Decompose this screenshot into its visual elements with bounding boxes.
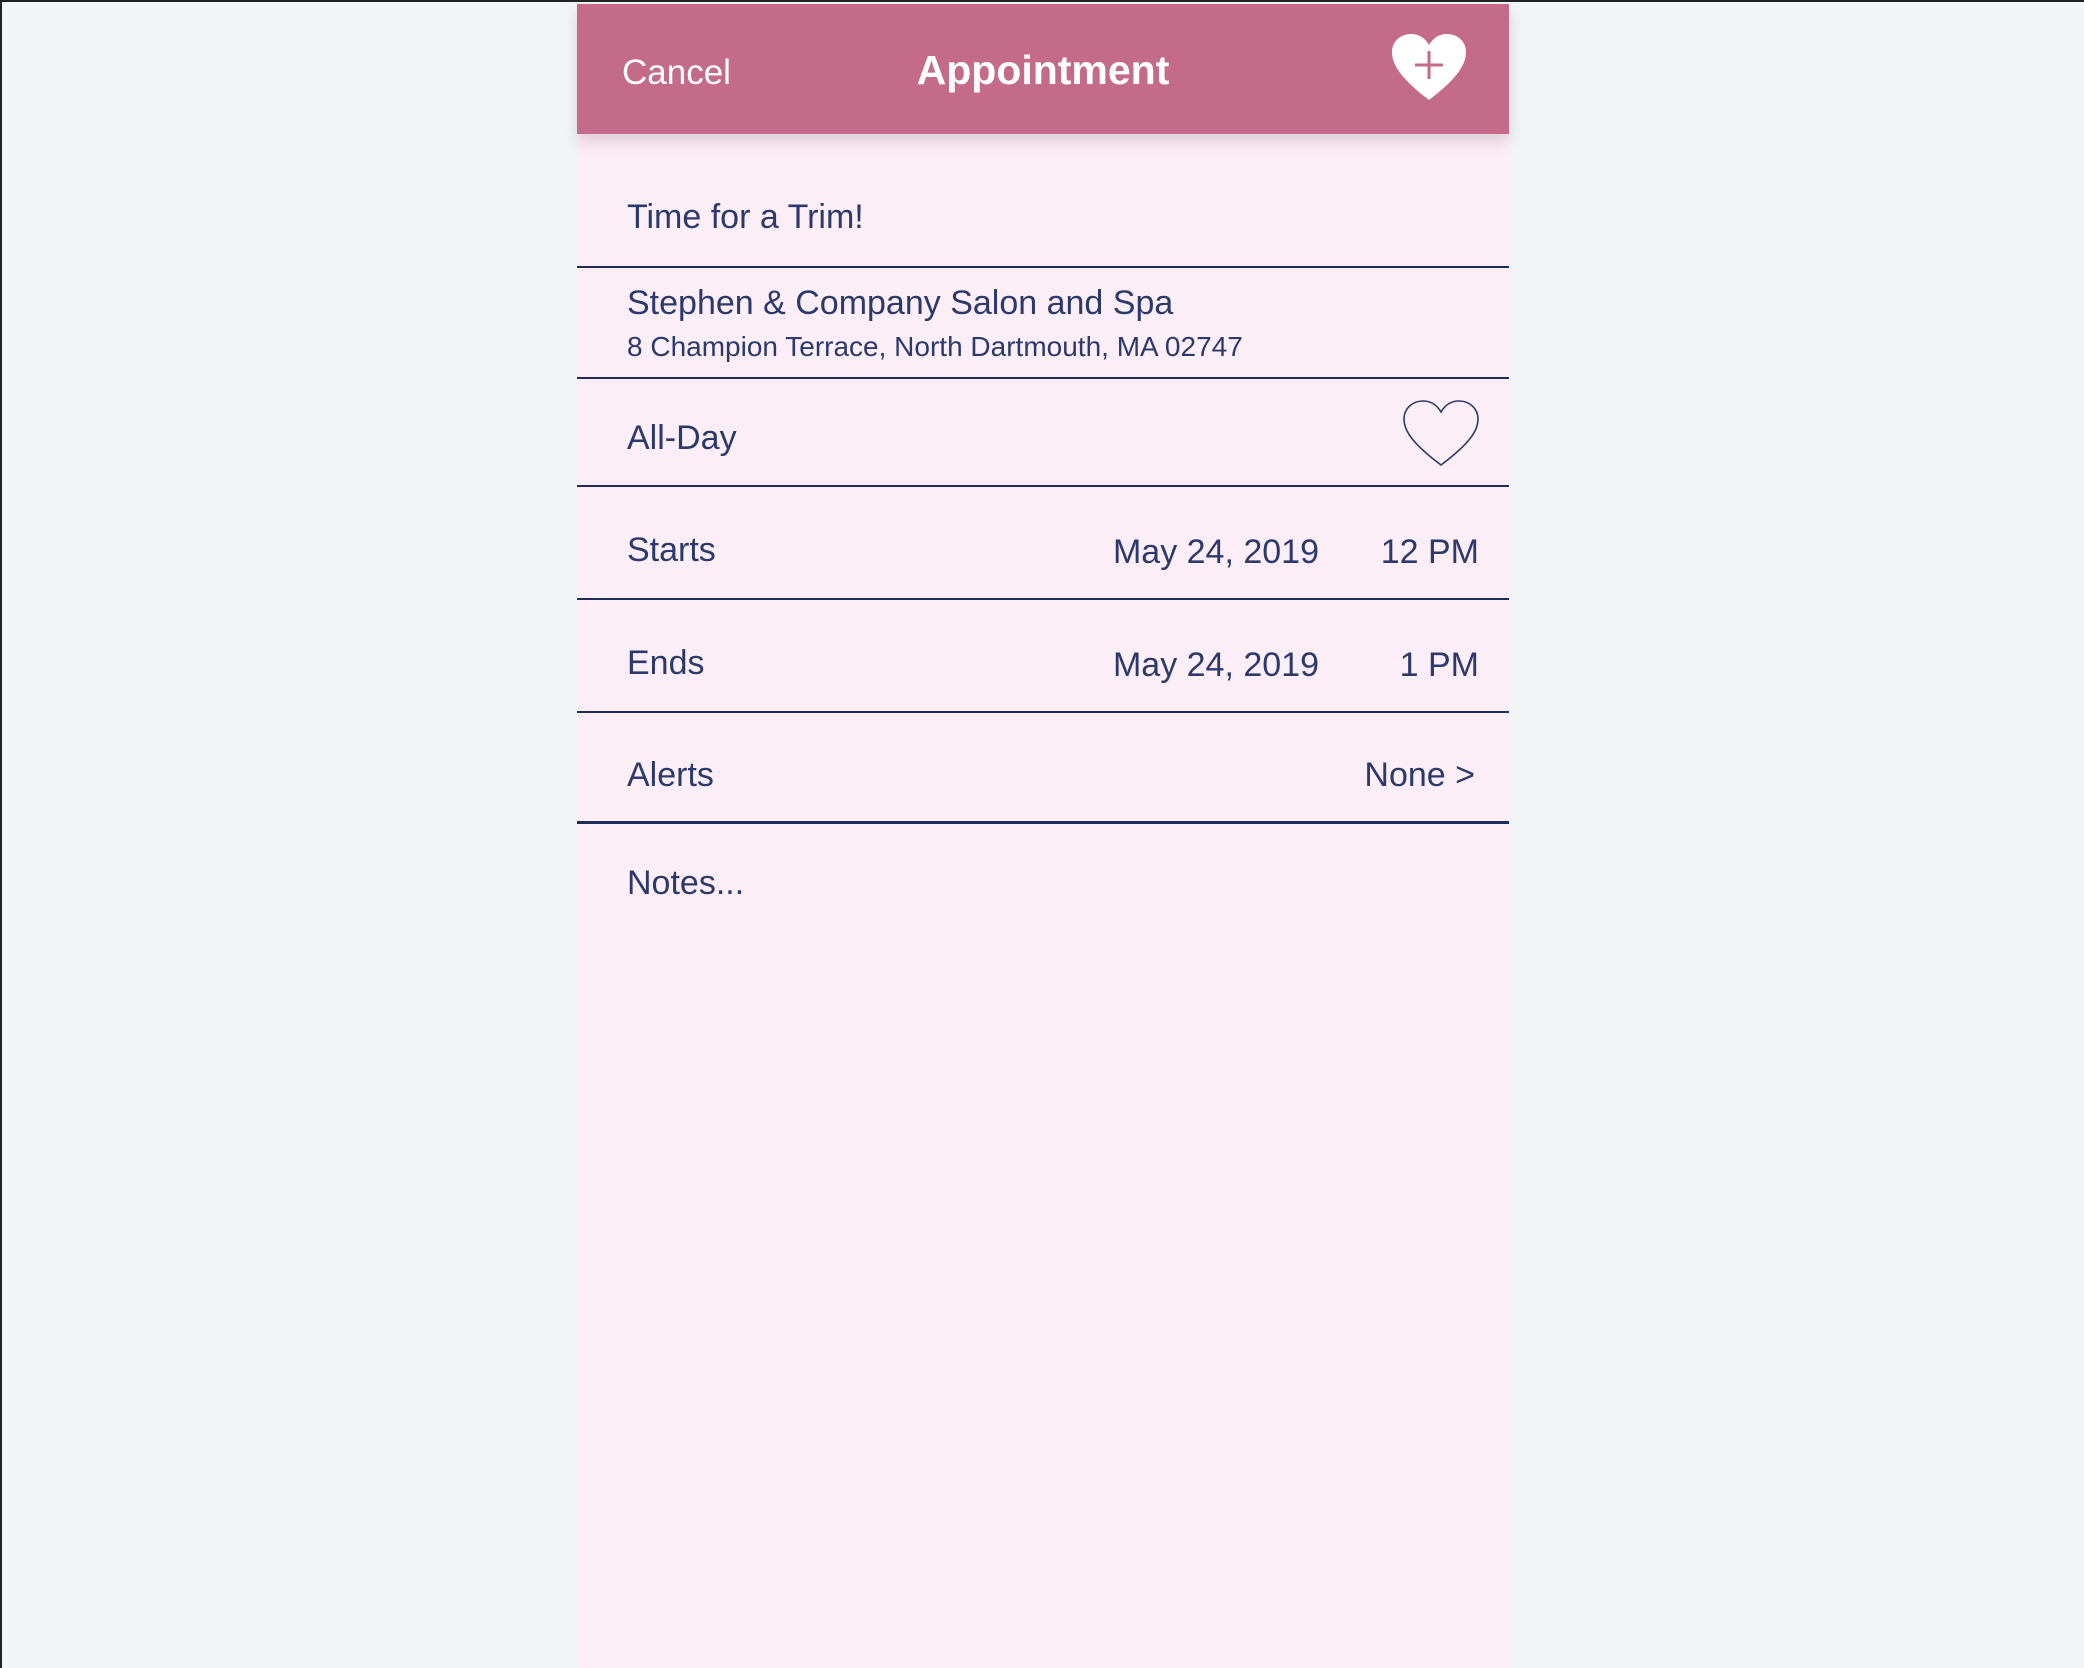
- starts-time[interactable]: 12 PM: [1381, 533, 1479, 572]
- starts-label: Starts: [627, 531, 716, 569]
- starts-date[interactable]: May 24, 2019: [1113, 533, 1319, 572]
- heart-outline-icon[interactable]: [1401, 398, 1481, 470]
- event-title-field[interactable]: Time for a Trim!: [627, 198, 864, 237]
- ends-label: Ends: [627, 644, 705, 682]
- starts-row[interactable]: Starts May 24, 2019 12 PM: [577, 487, 1509, 599]
- location-field[interactable]: Stephen & Company Salon and Spa 8 Champi…: [577, 268, 1509, 380]
- divider: [577, 821, 1509, 824]
- location-address: 8 Champion Terrace, North Dartmouth, MA …: [627, 331, 1243, 362]
- divider: [577, 377, 1509, 379]
- heart-plus-icon[interactable]: [1390, 32, 1468, 104]
- ends-time[interactable]: 1 PM: [1400, 646, 1479, 685]
- all-day-label: All-Day: [627, 419, 737, 457]
- notes-field[interactable]: Notes...: [627, 864, 744, 903]
- alerts-row[interactable]: Alerts None >: [577, 713, 1509, 825]
- ends-row[interactable]: Ends May 24, 2019 1 PM: [577, 600, 1509, 712]
- page-title: Appointment: [916, 47, 1170, 93]
- appointment-screen: Cancel Appointment Time for a Trim! Step…: [577, 4, 1509, 1668]
- nav-bar: Cancel Appointment: [577, 4, 1509, 134]
- alerts-value[interactable]: None >: [1364, 756, 1475, 795]
- location-name: Stephen & Company Salon and Spa: [627, 284, 1174, 322]
- ends-date[interactable]: May 24, 2019: [1113, 646, 1319, 685]
- alerts-label: Alerts: [627, 756, 714, 794]
